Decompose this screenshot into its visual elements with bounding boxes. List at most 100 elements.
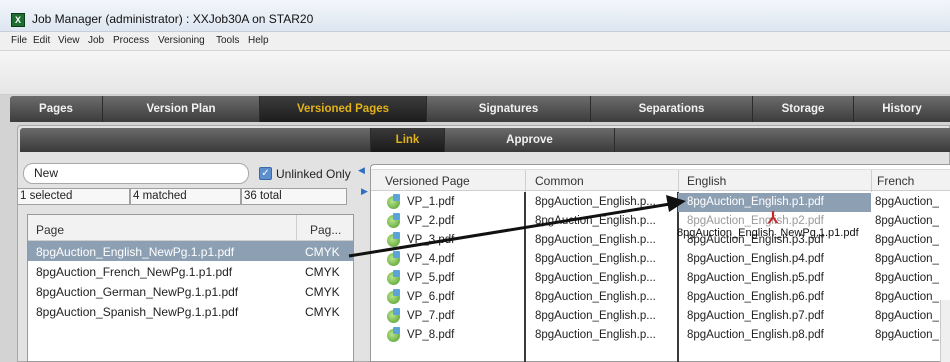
english-cell: 8pgAuction_English.p4.pdf (687, 253, 824, 265)
english-cell: 8pgAuction_English.p7.pdf (687, 310, 824, 322)
tab-version-plan[interactable]: Version Plan (103, 96, 260, 122)
main-tab-bar: Pages Version Plan Versioned Pages Signa… (10, 96, 950, 122)
english-cell: 8pgAuction_English.p8.pdf (687, 329, 824, 341)
french-cell: 8pgAuction_ (875, 272, 939, 284)
table-row[interactable]: VP_6.pdf 8pgAuction_English.p... 8pgAuct… (371, 288, 950, 307)
versioned-page-name: VP_1.pdf (407, 196, 455, 208)
table-row[interactable]: 8pgAuction_French_NewPg.1.p1.pdf CMYK (28, 261, 353, 281)
table-row[interactable]: VP_3.pdf 8pgAuction_English.p... 8pgAuct… (371, 231, 950, 250)
window-titlebar: X Job Manager (administrator) : XXJob30A… (0, 0, 950, 32)
versioned-page-name: VP_8.pdf (407, 329, 455, 341)
window-title: Job Manager (administrator) : XXJob30A o… (32, 12, 314, 26)
column-page-color[interactable]: Pag... (310, 223, 341, 237)
common-cell: 8pgAuction_English.p... (535, 272, 656, 284)
tab-link[interactable]: Link (370, 128, 445, 152)
versioned-page-name: VP_7.pdf (407, 310, 455, 322)
versioned-page-icon (387, 194, 400, 209)
common-cell: 8pgAuction_English.p... (535, 329, 656, 341)
pages-table: Page Pag... 8pgAuction_English_NewPg.1.p… (27, 214, 354, 362)
table-row[interactable]: VP_4.pdf 8pgAuction_English.p... 8pgAuct… (371, 250, 950, 269)
collapse-left-icon[interactable]: ◀ (358, 165, 365, 176)
menu-tools[interactable]: Tools (216, 35, 239, 46)
tab-versioned-pages[interactable]: Versioned Pages (260, 96, 427, 122)
page-name: 8pgAuction_German_NewPg.1.p1.pdf (36, 285, 239, 299)
french-cell: 8pgAuction_ (875, 291, 939, 303)
french-cell: 8pgAuction_ (875, 329, 939, 341)
page-name: 8pgAuction_French_NewPg.1.p1.pdf (36, 265, 233, 279)
menu-bar: File Edit View Job Process Versioning To… (0, 32, 950, 51)
versioned-page-icon (387, 289, 400, 304)
table-row[interactable]: 8pgAuction_German_NewPg.1.p1.pdf CMYK (28, 281, 353, 301)
versioned-table-header: Versioned Page Common English French (371, 169, 950, 192)
column-english[interactable]: English (687, 174, 726, 188)
table-row[interactable]: VP_2.pdf 8pgAuction_English.p... 8pgAuct… (371, 212, 950, 231)
unlinked-only-label: Unlinked Only (276, 167, 351, 181)
pdf-icon: ⅄ (768, 210, 778, 227)
tab-signatures[interactable]: Signatures (427, 96, 591, 122)
english-cell: 8pgAuction_English.p1.pdf (687, 196, 824, 208)
versioned-page-icon (387, 327, 400, 342)
page-color: CMYK (305, 245, 340, 259)
menu-file[interactable]: File (11, 35, 27, 46)
scrollbar[interactable] (940, 300, 950, 362)
matched-count: 4 matched (130, 188, 241, 205)
versioned-page-icon (387, 232, 400, 247)
tab-approve[interactable]: Approve (445, 128, 615, 152)
tab-pages[interactable]: Pages (10, 96, 103, 122)
search-input[interactable]: New (23, 163, 249, 184)
versioned-page-icon (387, 251, 400, 266)
page-color: CMYK (305, 305, 340, 319)
versioned-page-name: VP_5.pdf (407, 272, 455, 284)
versioned-page-name: VP_2.pdf (407, 215, 455, 227)
versioned-page-icon (387, 213, 400, 228)
column-versioned-page[interactable]: Versioned Page (385, 174, 470, 188)
common-cell: 8pgAuction_English.p... (535, 196, 656, 208)
pages-table-header: Page Pag... (28, 215, 353, 241)
versioned-page-icon (387, 308, 400, 323)
column-french[interactable]: French (877, 174, 914, 188)
sub-tab-bar: Link Approve (20, 128, 950, 152)
column-divider[interactable] (871, 170, 872, 192)
column-page[interactable]: Page (36, 223, 64, 237)
menu-view[interactable]: View (58, 35, 80, 46)
french-cell: 8pgAuction_ (875, 215, 939, 227)
tab-storage[interactable]: Storage (753, 96, 854, 122)
table-row[interactable]: VP_5.pdf 8pgAuction_English.p... 8pgAuct… (371, 269, 950, 288)
page-color: CMYK (305, 285, 340, 299)
versioned-pages-table: Versioned Page Common English French VP_… (370, 164, 950, 362)
toolbar-area (0, 51, 950, 95)
page-name: 8pgAuction_English_NewPg.1.p1.pdf (36, 245, 235, 259)
column-common[interactable]: Common (535, 174, 584, 188)
table-row[interactable]: VP_8.pdf 8pgAuction_English.p... 8pgAuct… (371, 326, 950, 345)
column-divider[interactable] (525, 170, 526, 192)
column-divider[interactable] (678, 170, 679, 192)
menu-help[interactable]: Help (248, 35, 269, 46)
unlinked-only-checkbox[interactable]: ✓ (259, 167, 272, 180)
expand-right-icon[interactable]: ▶ (361, 186, 368, 197)
table-row[interactable]: 8pgAuction_Spanish_NewPg.1.p1.pdf CMYK (28, 301, 353, 321)
app-icon: X (11, 13, 25, 27)
page-name: 8pgAuction_Spanish_NewPg.1.p1.pdf (36, 305, 239, 319)
table-row[interactable]: VP_7.pdf 8pgAuction_English.p... 8pgAuct… (371, 307, 950, 326)
versioned-page-name: VP_6.pdf (407, 291, 455, 303)
table-row[interactable]: 8pgAuction_English_NewPg.1.p1.pdf CMYK (28, 241, 353, 261)
menu-process[interactable]: Process (113, 35, 149, 46)
menu-job[interactable]: Job (88, 35, 104, 46)
menu-edit[interactable]: Edit (33, 35, 50, 46)
menu-versioning[interactable]: Versioning (158, 35, 205, 46)
total-count: 36 total (241, 188, 347, 205)
common-cell: 8pgAuction_English.p... (535, 234, 656, 246)
common-cell: 8pgAuction_English.p... (535, 215, 656, 227)
versioned-page-icon (387, 270, 400, 285)
column-divider[interactable] (296, 215, 297, 241)
selected-count: 1 selected (17, 188, 130, 205)
french-cell: 8pgAuction_ (875, 310, 939, 322)
english-cell: 8pgAuction_English.p5.pdf (687, 272, 824, 284)
tab-separations[interactable]: Separations (591, 96, 753, 122)
english-cell: 8pgAuction_English.p6.pdf (687, 291, 824, 303)
french-cell: 8pgAuction_ (875, 253, 939, 265)
french-cell: 8pgAuction_ (875, 234, 939, 246)
tab-history[interactable]: History (854, 96, 950, 122)
versioned-page-name: VP_4.pdf (407, 253, 455, 265)
common-cell: 8pgAuction_English.p... (535, 291, 656, 303)
